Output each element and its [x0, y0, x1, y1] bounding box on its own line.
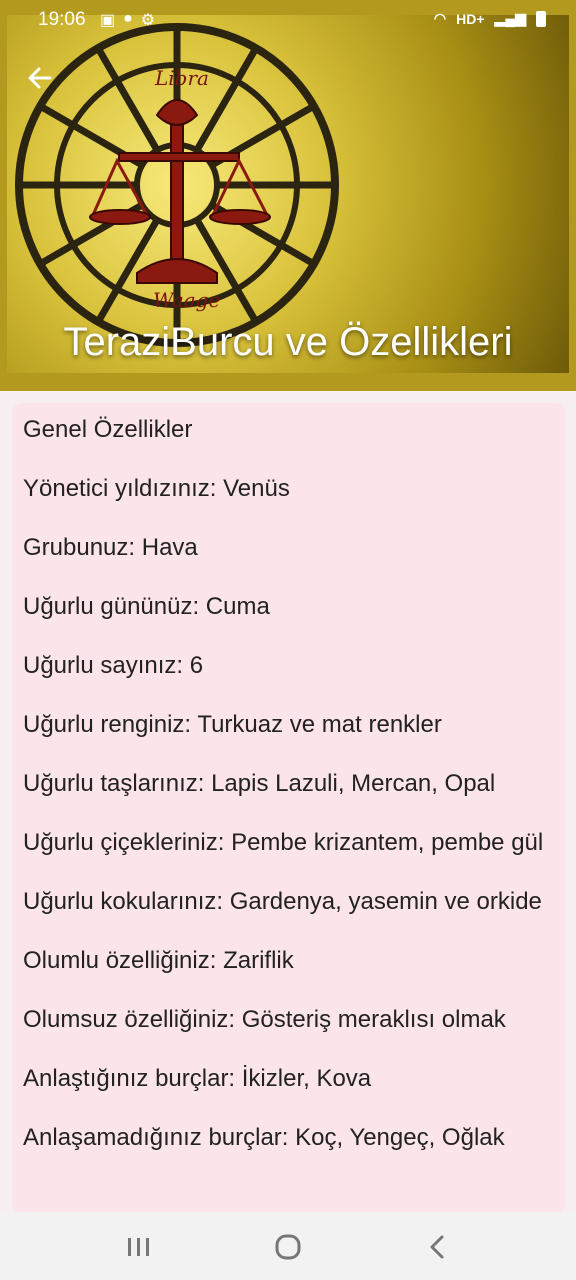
feature-line-lucky-scents: Uğurlu kokularınız: Gardenya, yasemin ve… [23, 888, 542, 915]
feature-line-lucky-flowers: Uğurlu çiçekleriniz: Pembe krizantem, pe… [23, 829, 544, 856]
app-bar: Libra Waage 19:06 ▣ ● ⚙ ◠ HD+ ▂▄▆ Terazi… [0, 0, 576, 391]
signal-icon: ▂▄▆ [494, 10, 526, 26]
wifi-icon: ◠ [433, 10, 447, 26]
settings-icon: ⚙ [140, 12, 156, 29]
system-icons: ◠ HD+ ▂▄▆ [434, 10, 546, 27]
battery-icon [536, 10, 546, 27]
home-circle-icon[interactable] [273, 1234, 303, 1260]
chevron-left-icon[interactable] [423, 1234, 453, 1260]
feature-line-lucky-day: Uğurlu gününüz: Cuma [23, 593, 270, 620]
feature-line-negative: Olumsuz özelliğiniz: Gösteriş meraklısı … [23, 1006, 506, 1033]
feature-line-general: Genel Özellikler [23, 416, 193, 443]
back-arrow-icon[interactable] [24, 62, 56, 94]
feature-line-incompatible: Anlaşamadığınız burçlar: Koç, Yengeç, Oğ… [23, 1124, 505, 1151]
features-list: Genel Özellikler Yönetici yıldızınız: Ve… [12, 403, 565, 1153]
notification-icons: ▣ ● ⚙ [100, 10, 155, 30]
status-time: 19:06 [38, 9, 86, 30]
features-card: Genel Özellikler Yönetici yıldızınız: Ve… [12, 403, 565, 1213]
page-title: TeraziBurcu ve Özellikleri [63, 320, 513, 364]
feature-line-lucky-stones: Uğurlu taşlarınız: Lapis Lazuli, Mercan,… [23, 770, 496, 797]
app-icon: ● [123, 10, 133, 27]
system-nav-bar [0, 1212, 576, 1280]
feature-line-compatible: Anlaştığınız burçlar: İkizler, Kova [23, 1065, 372, 1092]
image-label-top: Libra [154, 66, 209, 90]
recent-apps-icon[interactable] [124, 1234, 154, 1260]
feature-line-positive: Olumlu özelliğiniz: Zariflik [23, 947, 294, 974]
feature-line-group: Grubunuz: Hava [23, 534, 198, 561]
network-type: HD+ [456, 10, 485, 27]
status-bar: 19:06 ▣ ● ⚙ ◠ HD+ ▂▄▆ [0, 0, 576, 40]
feature-line-lucky-color: Uğurlu renginiz: Turkuaz ve mat renkler [23, 711, 442, 738]
gallery-icon: ▣ [100, 12, 116, 29]
image-label-bottom: Waage [153, 288, 220, 312]
feature-line-lucky-number: Uğurlu sayınız: 6 [23, 652, 204, 679]
feature-line-planet: Yönetici yıldızınız: Venüs [23, 475, 290, 502]
